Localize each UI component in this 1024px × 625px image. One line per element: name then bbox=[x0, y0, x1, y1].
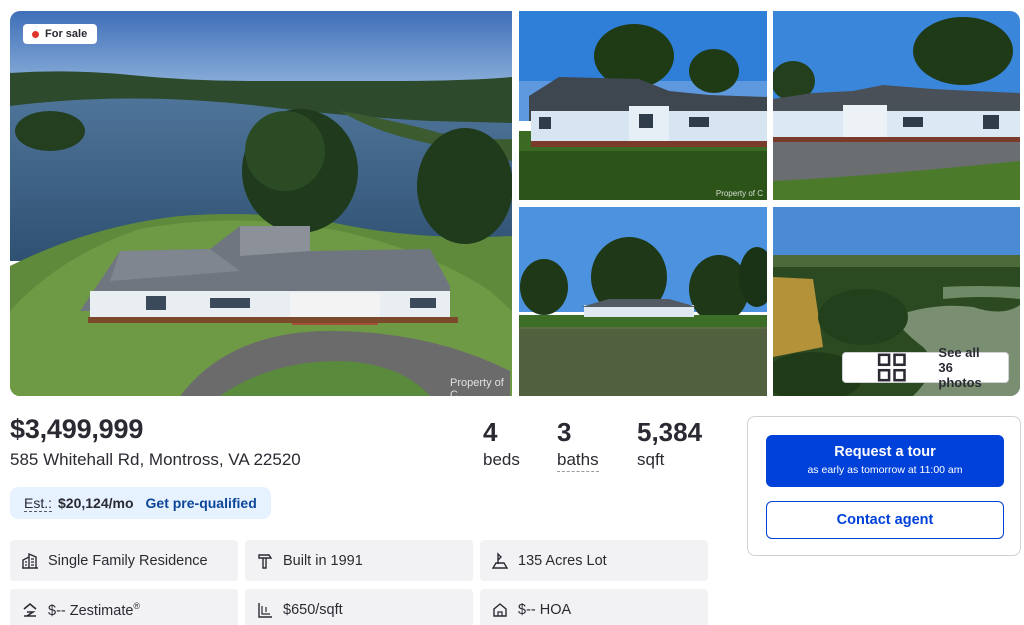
contact-card: Request a tour as early as tomorrow at 1… bbox=[747, 416, 1021, 556]
see-all-photos-label: See all 36 photos bbox=[938, 345, 982, 390]
fact-zestimate-text: $-- Zestimate® bbox=[48, 600, 141, 619]
listing-address: 585 Whitehall Rd, Montross, VA 22520 bbox=[10, 450, 301, 469]
house-front-image bbox=[519, 11, 767, 200]
beds-stat: 4 beds bbox=[483, 418, 520, 470]
lake-view-image bbox=[519, 207, 767, 396]
sqft-value: 5,384 bbox=[637, 417, 703, 447]
contact-agent-button[interactable]: Contact agent bbox=[766, 501, 1004, 539]
zestimate-icon bbox=[23, 602, 37, 617]
fact-year-built: Built in 1991 bbox=[245, 540, 473, 581]
get-prequalified-link[interactable]: Get pre-qualified bbox=[146, 495, 257, 511]
fact-hoa: $-- HOA bbox=[480, 589, 708, 625]
hammer-icon bbox=[258, 553, 273, 569]
baths-value: 3 bbox=[557, 417, 572, 447]
beds-value: 4 bbox=[483, 417, 498, 447]
baths-stat[interactable]: 3 baths bbox=[557, 417, 599, 472]
main-photo[interactable]: For sale Property of C bbox=[10, 11, 512, 396]
baths-label[interactable]: baths bbox=[557, 450, 599, 472]
fact-year-built-text: Built in 1991 bbox=[283, 552, 363, 569]
sqft-stat: 5,384 sqft bbox=[637, 418, 702, 470]
status-dot-icon bbox=[32, 30, 39, 38]
price-per-sqft-icon bbox=[258, 602, 272, 618]
fact-lot-size: 135 Acres Lot bbox=[480, 540, 708, 581]
photo-watermark: Property of C bbox=[715, 189, 763, 198]
listing-price: $3,499,999 bbox=[10, 414, 144, 444]
photo-thumbnail-4[interactable] bbox=[519, 207, 767, 396]
fact-zestimate[interactable]: $-- Zestimate® bbox=[10, 589, 238, 625]
lot-icon bbox=[491, 551, 509, 569]
fact-home-type-text: Single Family Residence bbox=[48, 552, 208, 569]
for-sale-badge: For sale bbox=[23, 24, 98, 44]
request-tour-subtext: as early as tomorrow at 11:00 am bbox=[807, 464, 963, 476]
grid-icon bbox=[877, 353, 906, 382]
beds-label: beds bbox=[483, 450, 520, 469]
photo-thumbnail-2[interactable]: Property of C bbox=[519, 11, 767, 200]
hoa-icon bbox=[493, 602, 507, 617]
fact-lot-size-text: 135 Acres Lot bbox=[518, 552, 607, 569]
see-all-photos-button[interactable]: See all 36 photos bbox=[841, 345, 1009, 390]
fact-price-per-sqft-text: $650/sqft bbox=[283, 601, 343, 618]
request-tour-button[interactable]: Request a tour as early as tomorrow at 1… bbox=[766, 435, 1004, 487]
fact-price-per-sqft: $650/sqft bbox=[245, 589, 473, 625]
photo-watermark: Property of C bbox=[450, 377, 504, 396]
sqft-label: sqft bbox=[637, 450, 665, 469]
fact-home-type: Single Family Residence bbox=[10, 540, 238, 581]
house-side-image bbox=[773, 11, 1020, 200]
photo-thumbnail-5[interactable]: See all 36 photos bbox=[773, 207, 1020, 396]
request-tour-label: Request a tour bbox=[834, 444, 936, 460]
aerial-house-image bbox=[10, 11, 512, 396]
monthly-estimate: Est.: $20,124/mo Get pre-qualified bbox=[10, 487, 271, 519]
estimate-value: $20,124/mo bbox=[58, 495, 134, 511]
photo-thumbnail-3[interactable] bbox=[773, 11, 1020, 200]
estimate-label[interactable]: Est.: bbox=[24, 495, 53, 512]
fact-hoa-text: $-- HOA bbox=[518, 601, 572, 618]
photo-gallery: For sale Property of C Property of C See… bbox=[10, 11, 1020, 396]
for-sale-label: For sale bbox=[45, 28, 88, 40]
building-icon bbox=[22, 552, 38, 569]
